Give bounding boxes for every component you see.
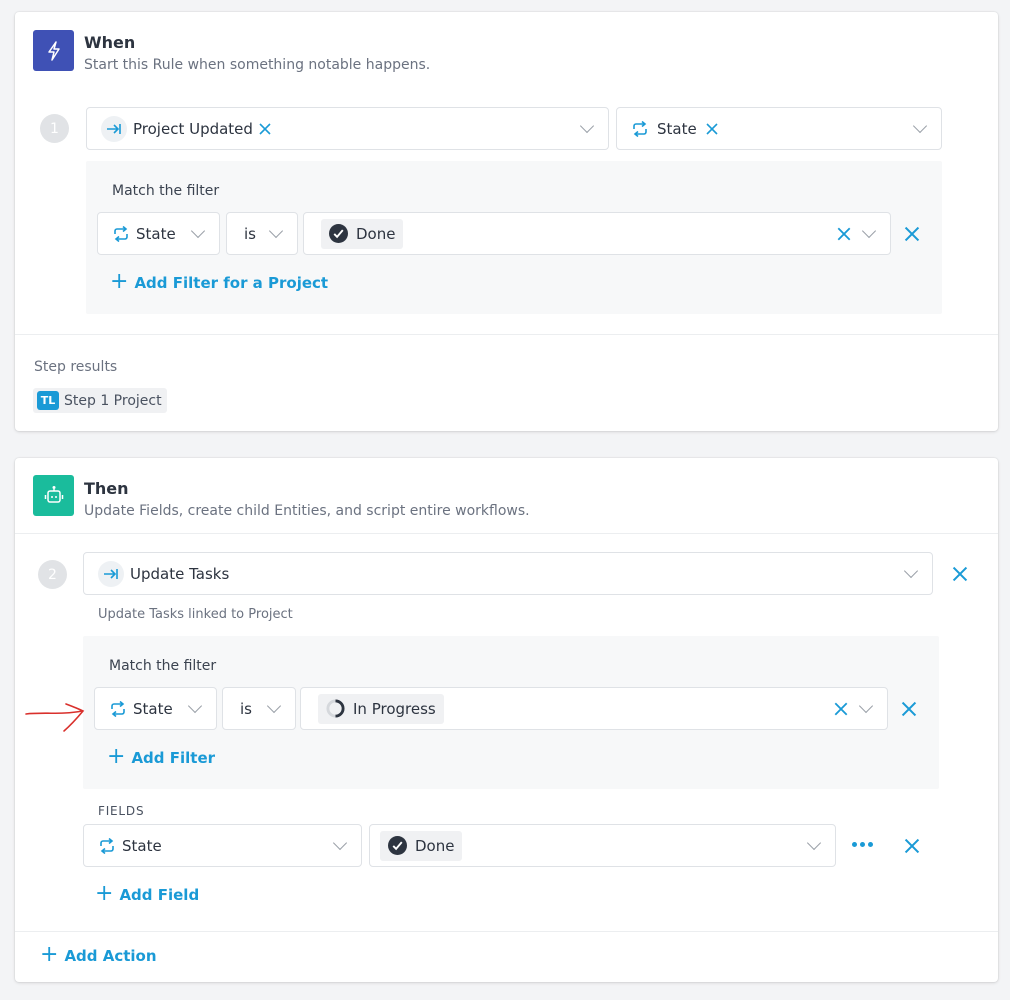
step-number: 2 xyxy=(38,560,67,589)
trigger-field-label: State xyxy=(657,119,697,138)
trigger-field-select[interactable]: State xyxy=(616,107,942,150)
plus-icon: + xyxy=(40,942,59,967)
filter-value-label: Done xyxy=(356,224,396,243)
chevron-down-icon xyxy=(579,118,595,133)
action-hint: Update Tasks linked to Project xyxy=(98,607,293,622)
repeat-icon xyxy=(631,120,649,137)
then-title: Then xyxy=(84,479,129,498)
when-card: When Start this Rule when something nota… xyxy=(15,12,998,431)
action-select[interactable]: Update Tasks xyxy=(83,552,933,595)
add-filter-link[interactable]: + Add Filter xyxy=(107,744,216,769)
filter-operator-label: is xyxy=(244,224,256,243)
repeat-icon xyxy=(98,837,116,854)
filter-heading: Match the filter xyxy=(109,658,217,674)
filter-field-label: State xyxy=(133,699,173,718)
chevron-down-icon xyxy=(861,223,877,238)
add-action-link[interactable]: + Add Action xyxy=(40,942,157,967)
field-name-label: State xyxy=(122,836,162,855)
repeat-icon xyxy=(112,225,130,242)
add-field-label: Add Field xyxy=(119,886,200,904)
field-value-pill: Done xyxy=(380,830,463,861)
filter-operator-select[interactable]: is xyxy=(222,687,296,730)
fields-heading: FIELDS xyxy=(98,804,145,818)
filter-operator-label: is xyxy=(240,699,252,718)
step-result-badge: TL xyxy=(37,391,59,410)
clear-value-icon[interactable] xyxy=(836,225,852,243)
robot-icon xyxy=(33,475,74,516)
chevron-down-icon xyxy=(806,835,822,850)
plus-icon: + xyxy=(110,269,129,294)
step-result-item[interactable]: TL Step 1 Project xyxy=(33,388,167,413)
lightning-icon xyxy=(33,30,74,71)
step-results-heading: Step results xyxy=(34,359,118,375)
chevron-down-icon xyxy=(858,698,874,713)
filter-heading: Match the filter xyxy=(112,183,220,199)
filter-value-label: In Progress xyxy=(353,699,436,718)
arrow-to-right-icon xyxy=(98,560,124,587)
add-field-link[interactable]: + Add Field xyxy=(95,881,200,906)
half-circle-icon xyxy=(326,699,345,718)
chevron-down-icon xyxy=(266,698,282,713)
check-circle-icon xyxy=(388,836,407,855)
filter-value-pill: In Progress xyxy=(318,693,444,724)
then-card: Then Update Fields, create child Entitie… xyxy=(15,458,998,982)
trigger-label: Project Updated xyxy=(133,119,253,138)
remove-filter-icon[interactable] xyxy=(903,225,921,243)
filter-field-select[interactable]: State xyxy=(97,212,220,255)
add-action-label: Add Action xyxy=(64,947,157,965)
remove-action-icon[interactable] xyxy=(951,565,969,583)
field-name-select[interactable]: State xyxy=(83,824,362,867)
when-filter-box: Match the filter State is Done + Add Fil… xyxy=(86,161,942,314)
annotation-arrow-icon xyxy=(25,703,85,732)
filter-field-label: State xyxy=(136,224,176,243)
when-title: When xyxy=(84,33,136,52)
remove-field-icon[interactable] xyxy=(705,122,719,136)
chevron-down-icon xyxy=(903,563,919,578)
remove-trigger-icon[interactable] xyxy=(258,122,272,136)
filter-value-select[interactable]: In Progress xyxy=(300,687,888,730)
add-filter-project-label: Add Filter for a Project xyxy=(134,274,329,292)
action-label: Update Tasks xyxy=(130,564,230,583)
when-subtitle: Start this Rule when something notable h… xyxy=(84,57,431,73)
chevron-down-icon xyxy=(912,118,928,133)
filter-value-pill: Done xyxy=(321,218,404,249)
trigger-select[interactable]: Project Updated xyxy=(86,107,609,150)
more-options-icon[interactable] xyxy=(852,842,874,850)
then-filter-box: Match the filter State is In Progress + … xyxy=(83,636,939,789)
filter-operator-select[interactable]: is xyxy=(226,212,298,255)
filter-value-select[interactable]: Done xyxy=(303,212,891,255)
arrow-to-right-icon xyxy=(101,115,127,142)
filter-field-select[interactable]: State xyxy=(94,687,217,730)
repeat-icon xyxy=(109,700,127,717)
chevron-down-icon xyxy=(332,835,348,850)
divider xyxy=(15,334,998,335)
add-filter-project-link[interactable]: + Add Filter for a Project xyxy=(110,269,329,294)
divider xyxy=(15,931,998,932)
remove-field-icon[interactable] xyxy=(903,837,921,855)
plus-icon: + xyxy=(107,744,126,769)
chevron-down-icon xyxy=(268,223,284,238)
step-result-label: Step 1 Project xyxy=(64,392,162,409)
add-filter-label: Add Filter xyxy=(131,749,216,767)
chevron-down-icon xyxy=(190,223,206,238)
plus-icon: + xyxy=(95,881,114,906)
then-subtitle: Update Fields, create child Entities, an… xyxy=(84,503,530,519)
step-number: 1 xyxy=(40,114,69,143)
check-circle-icon xyxy=(329,224,348,243)
field-value-select[interactable]: Done xyxy=(369,824,836,867)
chevron-down-icon xyxy=(187,698,203,713)
remove-filter-icon[interactable] xyxy=(900,700,918,718)
field-value-label: Done xyxy=(415,836,455,855)
clear-value-icon[interactable] xyxy=(833,700,849,718)
divider xyxy=(15,533,998,534)
